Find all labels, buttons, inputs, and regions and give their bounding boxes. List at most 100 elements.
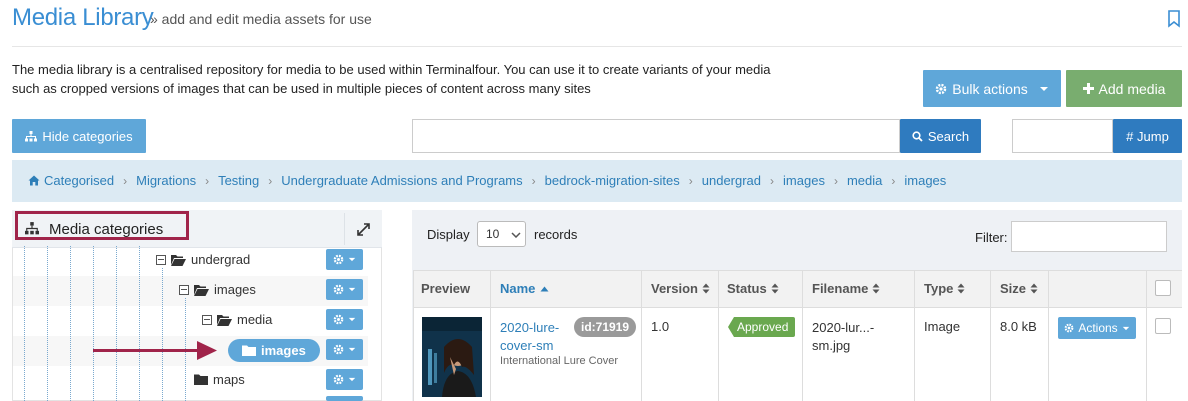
column-header-label: Filename (812, 281, 869, 296)
records-per-page-select[interactable]: 10 (477, 221, 526, 247)
search-input[interactable] (412, 119, 900, 153)
column-header-name[interactable]: Name (500, 281, 549, 296)
breadcrumb-item[interactable]: media (847, 173, 882, 188)
breadcrumb-item[interactable]: bedrock-migration-sites (545, 173, 680, 188)
sort-icon (957, 283, 965, 294)
select-all-checkbox[interactable] (1155, 280, 1171, 296)
intro-text: The media library is a centralised repos… (12, 60, 812, 98)
column-divider (990, 270, 991, 401)
tree-item-undergrad[interactable]: undergrad (156, 252, 250, 267)
tree-item-images-active[interactable]: images (228, 339, 320, 362)
breadcrumb-item[interactable]: undergrad (702, 173, 761, 188)
chevron-down-icon (1039, 86, 1048, 91)
jump-button[interactable]: # Jump (1113, 119, 1182, 153)
breadcrumb-item[interactable]: images (783, 173, 825, 188)
folder-open-icon (217, 314, 232, 326)
category-options-button[interactable] (326, 396, 363, 401)
gear-icon (333, 374, 344, 385)
column-divider (641, 270, 642, 401)
column-header-preview: Preview (421, 281, 471, 296)
breadcrumb-separator: › (531, 173, 536, 188)
minus-icon[interactable] (156, 254, 166, 265)
hide-categories-button[interactable]: Hide categories (12, 119, 146, 153)
category-options-button[interactable] (326, 249, 363, 270)
chevron-down-icon (348, 317, 356, 322)
media-version: 1.0 (651, 319, 670, 334)
category-options-button[interactable] (326, 369, 363, 390)
media-name-link[interactable]: 2020-lure- cover-sm (500, 319, 559, 355)
tree-row (13, 366, 368, 396)
tree-item-images[interactable]: images (179, 282, 256, 297)
sort-asc-icon (540, 286, 549, 291)
page-subtitle: » add and edit media assets for use (150, 11, 372, 27)
bulk-actions-label: Bulk actions (952, 80, 1028, 97)
column-header-status[interactable]: Status (727, 281, 779, 296)
tree-guide-line (93, 246, 94, 401)
tree-guide-line (116, 246, 117, 401)
column-header-size[interactable]: Size (1000, 281, 1038, 296)
media-thumbnail[interactable] (422, 317, 482, 397)
chevron-down-icon (348, 257, 356, 262)
hide-categories-label: Hide categories (42, 128, 133, 144)
column-header-label: Size (1000, 281, 1027, 296)
categories-title-highlight (15, 211, 189, 240)
minus-icon[interactable] (179, 284, 189, 295)
intro-line-1: The media library is a centralised repos… (12, 62, 771, 77)
tree-row (13, 306, 368, 336)
home-icon (28, 175, 40, 186)
tree-guide-line (162, 268, 163, 401)
folder-icon (242, 345, 256, 356)
breadcrumb-separator: › (205, 173, 210, 188)
filter-label: Filter: (975, 230, 1008, 245)
filter-input[interactable] (1011, 221, 1167, 252)
column-header-label: Status (727, 281, 767, 296)
column-divider (1048, 270, 1049, 401)
search-button[interactable]: Search (900, 119, 981, 153)
column-header-filename[interactable]: Filename (812, 281, 880, 296)
row-actions-button[interactable]: Actions (1058, 317, 1136, 339)
breadcrumb-item[interactable]: Undergraduate Admissions and Programs (281, 173, 522, 188)
column-header-label: Name (500, 281, 536, 296)
column-header-type[interactable]: Type (924, 281, 965, 296)
tree-item-media[interactable]: media (202, 312, 272, 327)
breadcrumb-item[interactable]: images (904, 173, 946, 188)
folder-icon (194, 374, 208, 385)
jump-input[interactable] (1012, 119, 1113, 153)
add-media-button[interactable]: Add media (1066, 70, 1182, 107)
expand-panel-button[interactable] (344, 213, 382, 245)
column-header-label: Type (924, 281, 954, 296)
category-options-button[interactable] (326, 309, 363, 330)
breadcrumb-item[interactable]: Testing (218, 173, 259, 188)
page-title: Media Library (12, 4, 154, 31)
tree-guide-line (139, 246, 140, 401)
gear-icon (333, 344, 344, 355)
sitemap-icon (25, 130, 38, 141)
plus-icon (1082, 83, 1094, 94)
media-filename-line-1: 2020-lur...- (812, 320, 875, 335)
expand-icon (357, 222, 370, 236)
chevron-down-icon (348, 347, 356, 352)
status-badge: Approved (728, 317, 796, 337)
breadcrumb-item[interactable]: Migrations (136, 173, 196, 188)
breadcrumb-item[interactable]: Categorised (44, 173, 114, 188)
category-options-button[interactable] (326, 279, 363, 300)
column-divider (914, 270, 915, 401)
media-description: International Lure Cover (500, 355, 619, 367)
category-options-button[interactable] (326, 339, 363, 360)
sort-icon (872, 283, 880, 294)
media-name-line-1: 2020-lure- (500, 320, 560, 335)
bulk-actions-button[interactable]: Bulk actions (923, 70, 1061, 107)
column-divider (718, 270, 719, 401)
gear-icon (333, 254, 344, 265)
tree-item-label: media (237, 312, 273, 327)
minus-icon[interactable] (202, 314, 212, 325)
breadcrumb-separator: › (268, 173, 273, 188)
column-header-label: Version (651, 281, 698, 296)
row-checkbox[interactable] (1155, 318, 1171, 334)
column-header-version[interactable]: Version (651, 281, 710, 296)
breadcrumb-separator: › (770, 173, 775, 188)
tree-item-label: maps (213, 372, 245, 387)
tree-item-maps[interactable]: maps (194, 372, 245, 387)
header-divider (12, 46, 1182, 47)
bookmark-icon[interactable] (1167, 10, 1181, 28)
